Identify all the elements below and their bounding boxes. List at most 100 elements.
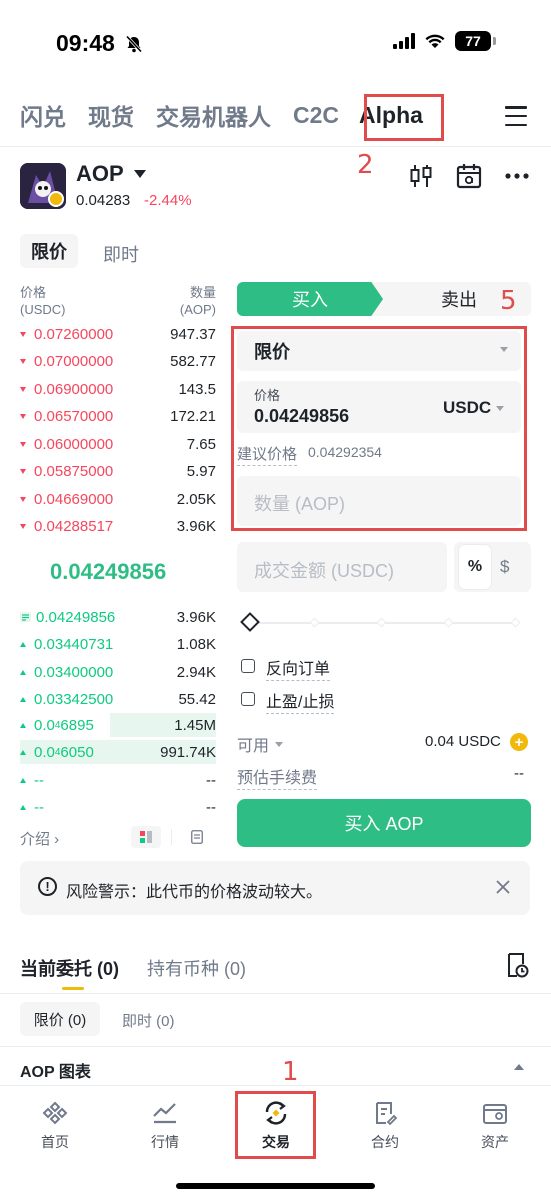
- price-header-label: 价格: [20, 285, 47, 300]
- slider-step-50[interactable]: [376, 617, 387, 628]
- tab-spot[interactable]: 现货: [88, 98, 134, 132]
- token-symbol-selector[interactable]: AOP: [76, 161, 146, 187]
- candlestick-chart-icon[interactable]: [409, 163, 433, 189]
- nav-markets-label: 行情: [151, 1134, 179, 1150]
- orderbook-both-view-icon[interactable]: [131, 826, 161, 848]
- slider-step-75[interactable]: [443, 617, 454, 628]
- tab-open-orders[interactable]: 当前委托 (0): [20, 955, 119, 981]
- orderbook-view-toggles: [131, 826, 212, 848]
- token-price-change: -2.44%: [144, 192, 192, 209]
- ask-row[interactable]: 0.07260000 947.37: [20, 323, 216, 345]
- qty-header-unit: (AOP): [179, 302, 216, 317]
- risk-warning-text: 风险警示：此代币的价格波动较大。: [66, 884, 323, 901]
- price-header-unit: (USDC): [20, 302, 66, 317]
- annotation-box-form: [231, 326, 527, 531]
- order-history-icon[interactable]: [505, 952, 529, 978]
- chevron-up-icon[interactable]: [514, 1064, 524, 1070]
- bid-row[interactable]: 0.03440731 1.08K: [20, 633, 216, 655]
- nav-markets[interactable]: 行情: [125, 1100, 205, 1152]
- bell-muted-icon: [125, 35, 143, 53]
- bid-row[interactable]: -- --: [20, 796, 216, 818]
- annotation-number-2: 2: [357, 150, 374, 180]
- reverse-order-label[interactable]: 反向订单: [266, 655, 331, 681]
- orderbook-price-header: 价格 (USDC): [20, 284, 66, 318]
- percent-toggle[interactable]: %: [459, 545, 491, 589]
- status-time: 09:48: [56, 30, 115, 56]
- orderbook-qty-header: 数量 (AOP): [176, 284, 216, 318]
- tab-trading-bots[interactable]: 交易机器人: [156, 98, 271, 132]
- tab-market-order[interactable]: 即时: [103, 241, 139, 267]
- aop-chart-toggle[interactable]: AOP 图表: [20, 1058, 91, 1082]
- wifi-icon: [425, 34, 445, 48]
- ask-row[interactable]: 0.06900000 143.5: [20, 378, 216, 400]
- status-indicators: 77: [393, 31, 496, 51]
- reverse-order-checkbox[interactable]: [241, 659, 255, 673]
- close-icon[interactable]: [495, 879, 511, 895]
- nav-divider: [0, 146, 551, 147]
- nav-home[interactable]: 首页: [15, 1100, 95, 1152]
- buy-tab[interactable]: 买入: [237, 282, 383, 316]
- annotation-box-alpha: [364, 94, 444, 141]
- chevron-down-icon: [133, 170, 146, 178]
- ask-row[interactable]: 0.04669000 2.05K: [20, 488, 216, 510]
- annotation-number-1: 1: [282, 1057, 299, 1087]
- estimated-fee-label[interactable]: 预估手续费: [237, 764, 318, 790]
- token-logo: [20, 163, 66, 209]
- ask-row[interactable]: 0.07000000 582.77: [20, 350, 216, 372]
- tab-limit-order[interactable]: 限价: [20, 234, 78, 268]
- bid-row[interactable]: 0.03400000 2.94K: [20, 661, 216, 683]
- token-last-price: 0.04283: [76, 192, 131, 209]
- token-symbol: AOP: [76, 161, 124, 186]
- nav-assets[interactable]: 资产: [455, 1100, 535, 1152]
- nav-futures[interactable]: 合约: [345, 1100, 425, 1152]
- tp-sl-label[interactable]: 止盈/止损: [266, 688, 335, 714]
- tab-limit-orders[interactable]: 限价 (0): [20, 1002, 100, 1036]
- bid-row[interactable]: -- --: [20, 769, 216, 791]
- ask-row[interactable]: 0.06570000 172.21: [20, 405, 216, 427]
- annotation-number-5: 5: [500, 286, 517, 316]
- estimated-fee-value: --: [514, 765, 524, 782]
- tabs-divider: [0, 993, 551, 994]
- tp-sl-checkbox[interactable]: [241, 692, 255, 706]
- tab-holdings[interactable]: 持有币种 (0): [147, 955, 246, 981]
- chevron-down-icon: [275, 741, 284, 747]
- amount-placeholder: 成交金额 (USDC): [254, 561, 394, 581]
- bid-row[interactable]: 0.04249856 3.96K: [20, 606, 216, 628]
- slider-step-25[interactable]: [309, 617, 320, 628]
- home-binance-icon: [42, 1101, 68, 1125]
- mid-price[interactable]: 0.04249856: [50, 559, 166, 585]
- section-divider: [0, 1046, 551, 1047]
- intro-link[interactable]: 介绍 ›: [20, 828, 59, 849]
- available-selector[interactable]: 可用: [237, 732, 284, 756]
- nav-home-label: 首页: [41, 1134, 69, 1150]
- orderbook-list-view-icon[interactable]: [182, 826, 212, 848]
- calendar-icon[interactable]: [456, 162, 482, 190]
- battery-icon: 77: [455, 31, 496, 51]
- coin-badge-icon: [48, 191, 64, 207]
- home-indicator[interactable]: [176, 1183, 375, 1189]
- qty-header-label: 数量: [189, 285, 216, 300]
- menu-icon[interactable]: [505, 106, 527, 126]
- usd-toggle[interactable]: $: [500, 557, 509, 577]
- tab-c2c[interactable]: C2C: [293, 102, 339, 129]
- amount-slider-handle[interactable]: [240, 612, 260, 632]
- nav-futures-label: 合约: [371, 1134, 399, 1150]
- ask-row[interactable]: 0.04288517 3.96K: [20, 515, 216, 537]
- ask-row[interactable]: 0.06000000 7.65: [20, 433, 216, 455]
- annotation-box-trade: [235, 1091, 316, 1159]
- available-label: 可用: [237, 738, 270, 755]
- slider-step-100[interactable]: [510, 617, 521, 628]
- buy-aop-button[interactable]: 买入 AOP: [237, 799, 531, 847]
- tab-market-orders[interactable]: 即时 (0): [122, 1010, 175, 1031]
- futures-doc-icon: [376, 1102, 398, 1126]
- more-icon[interactable]: [505, 172, 529, 180]
- available-balance: 0.04 USDC: [425, 733, 501, 750]
- ask-row[interactable]: 0.05875000 5.97: [20, 460, 216, 482]
- cellular-signal-icon: [393, 33, 415, 49]
- bid-row[interactable]: 0.03342500 55.42: [20, 688, 216, 710]
- tab-convert[interactable]: 闪兑: [20, 98, 66, 132]
- deposit-plus-icon[interactable]: +: [510, 733, 528, 751]
- list-icon: [20, 612, 31, 622]
- nav-assets-label: 资产: [481, 1134, 509, 1150]
- info-icon: !: [38, 877, 57, 896]
